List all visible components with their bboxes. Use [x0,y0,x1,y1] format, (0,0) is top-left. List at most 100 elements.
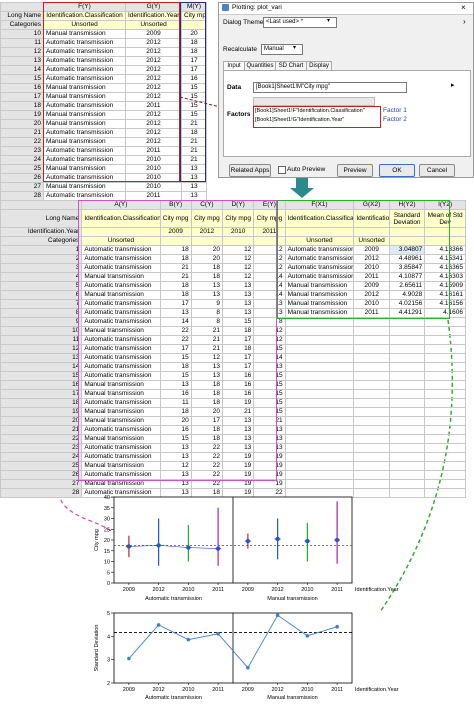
cell-h[interactable] [388,434,426,444]
cell-i[interactable] [424,335,466,345]
cell-i[interactable] [424,398,466,408]
arrow-right-icon[interactable]: ▸ [451,81,455,89]
cell-i[interactable] [424,380,466,390]
y-tick-label: 2 [107,681,110,687]
cell-h[interactable] [388,380,426,390]
cell-f[interactable] [284,479,355,489]
cell-i[interactable] [424,389,466,399]
cell-g[interactable] [353,407,390,417]
cell-g[interactable] [353,344,390,354]
dialog-theme-select[interactable]: <Last used> * [263,17,337,28]
cell-h[interactable] [388,353,426,363]
cell-f[interactable] [284,407,355,417]
cell-i[interactable] [424,371,466,381]
recalculate-select[interactable]: Manual [261,44,303,55]
row-number: 3 [0,263,83,273]
cell-g[interactable] [353,434,390,444]
row-number: 7 [0,299,83,309]
preview-button[interactable]: Preview [337,164,373,177]
factor-line-1[interactable]: [Book1]Sheet1!F"Identification.Classific… [255,108,365,114]
row-number: 11 [0,335,83,345]
cell-h[interactable] [388,452,426,462]
cell-f[interactable] [284,452,355,462]
cell-f[interactable] [284,362,355,372]
row-label-categories: Categories [0,236,83,246]
cell-g[interactable] [353,416,390,426]
cell-i[interactable] [424,362,466,372]
auto-preview-checkbox[interactable] [278,166,286,174]
cell-g[interactable] [353,380,390,390]
cell-f[interactable] [284,398,355,408]
cell-h[interactable] [388,371,426,381]
data-input[interactable]: [Book1]Sheet1!M"City mpg" [253,82,407,93]
cell-i[interactable] [424,416,466,426]
cell-h[interactable] [388,425,426,435]
cell-f[interactable] [284,371,355,381]
cell-f[interactable] [284,380,355,390]
cell-h[interactable] [388,398,426,408]
cell-f[interactable] [284,461,355,471]
cell-h[interactable] [388,389,426,399]
chevron-down-icon[interactable]: ▾ [293,44,296,51]
chevron-down-icon[interactable]: ▾ [327,17,330,24]
cell-g[interactable] [353,371,390,381]
cell-i[interactable] [424,434,466,444]
cell-g[interactable] [353,425,390,435]
cell-h[interactable] [388,344,426,354]
cell-i[interactable] [424,443,466,453]
cell-i[interactable] [424,326,466,336]
cell-g[interactable] [353,362,390,372]
x-tick-label: 2011 [212,587,224,593]
cell-h[interactable] [388,416,426,426]
cell-f[interactable] [284,335,355,345]
close-icon[interactable]: × [461,3,466,12]
cell-g[interactable] [353,326,390,336]
cell-g[interactable] [353,452,390,462]
related-apps-button[interactable]: Related Apps [229,164,271,177]
ok-button[interactable]: OK [379,164,415,177]
cell-i[interactable] [424,461,466,471]
factors-toolbar[interactable] [253,97,375,106]
cell-h[interactable] [388,362,426,372]
cell-f[interactable] [284,470,355,480]
cell-g[interactable] [353,461,390,471]
factor-line-2[interactable]: [Book1]Sheet1!G"Identification.Year" [255,117,344,123]
cell-g[interactable] [353,479,390,489]
y-tick-label: 35 [104,506,110,512]
cell-h[interactable] [388,407,426,417]
cell-f[interactable] [284,353,355,363]
cell-i[interactable] [424,407,466,417]
cell-h[interactable] [388,470,426,480]
cell-g[interactable] [353,398,390,408]
row-number: 6 [0,290,83,300]
cell-f[interactable] [284,326,355,336]
cell-h[interactable] [388,335,426,345]
cell-f[interactable] [284,416,355,426]
factors-list[interactable]: [Book1]Sheet1!F"Identification.Classific… [253,106,381,128]
cell-f[interactable] [284,389,355,399]
cell-i[interactable] [424,470,466,480]
corner-cell[interactable] [0,200,83,210]
cell-i[interactable] [424,353,466,363]
cell-i[interactable] [424,425,466,435]
cell-g[interactable] [353,335,390,345]
cell-f[interactable] [284,425,355,435]
row-number: 23 [0,443,83,453]
cell-g[interactable] [353,470,390,480]
cell-g[interactable] [353,389,390,399]
cell-h[interactable] [388,443,426,453]
menu-arrow-icon[interactable]: › [463,17,466,26]
cancel-button[interactable]: Cancel [419,164,455,177]
cell-i[interactable] [424,452,466,462]
cell-i[interactable] [424,344,466,354]
cell-h[interactable] [388,326,426,336]
cell-f[interactable] [284,443,355,453]
cell-i[interactable] [424,479,466,489]
cell-f[interactable] [284,344,355,354]
cell-f[interactable] [284,434,355,444]
cell-h[interactable] [388,479,426,489]
cell-g[interactable] [353,353,390,363]
cell-h[interactable] [388,461,426,471]
row-number: 25 [0,461,83,471]
cell-g[interactable] [353,443,390,453]
